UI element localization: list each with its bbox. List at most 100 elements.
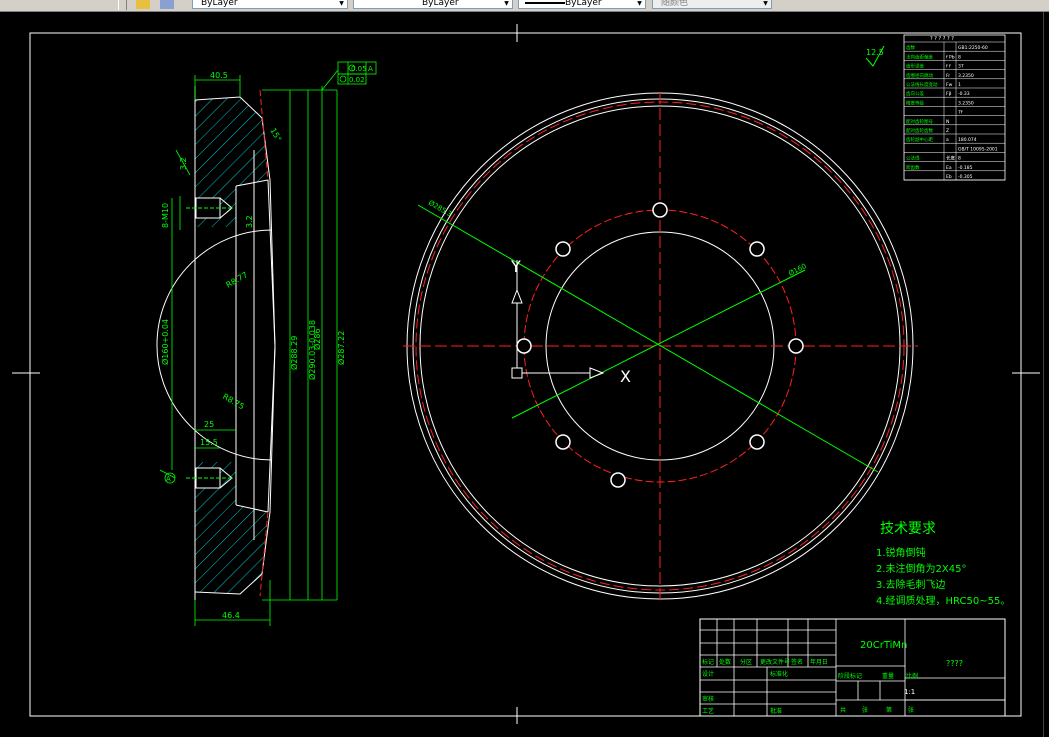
param-cell: Fβ: [946, 91, 952, 97]
dim-dia-4: Ø287.22: [336, 331, 346, 365]
lineweight-combo[interactable]: ByLayer ▼: [518, 0, 646, 9]
chevron-down-icon: ▼: [504, 0, 509, 7]
param-cell: GB/T 10095-2001: [958, 146, 998, 152]
dim-radius-top: R8.77: [225, 270, 250, 289]
material-text: 20CrTiMn: [860, 640, 907, 651]
roughness-symbol: 12.5: [865, 45, 885, 67]
roughness-value: 12.5: [866, 48, 884, 57]
title-block-label: 更改文件号: [760, 658, 790, 666]
ucs-icon: [511, 260, 605, 379]
param-cell: 3.2350: [958, 73, 974, 79]
layer-properties-icon[interactable]: [136, 0, 150, 9]
param-cell: a: [946, 138, 949, 143]
param-cell: 配对齿轮图号: [906, 118, 933, 125]
title-block-label: 共: [840, 706, 846, 714]
title-block-label: 第: [886, 706, 892, 714]
title-block-label: 签名: [791, 658, 803, 666]
drawing-name-text: ????: [946, 659, 963, 668]
center-bore-arc: [156, 229, 273, 461]
title-block-label: 分区: [740, 658, 752, 666]
section-view: 40.5 46.4 25 15.5 8-M10 Ø160+0.04 R8.77 …: [156, 61, 377, 626]
toolbar-dropdown-button[interactable]: [118, 0, 127, 10]
title-block-label: 标准化: [770, 670, 788, 678]
param-cell: 8: [958, 54, 961, 60]
dim-hole-depth: 15.5: [200, 438, 218, 447]
param-cell: 1: [958, 82, 961, 88]
bolt-hole: [555, 434, 571, 450]
param-table-header: ? ? ? ? ? ?: [930, 36, 954, 42]
drawing-canvas[interactable]: 40.5 46.4 25 15.5 8-M10 Ø160+0.04 R8.77 …: [0, 12, 1049, 737]
plotstyle-combo[interactable]: 随颜色 ▼: [652, 0, 772, 9]
color-combo[interactable]: ByLayer ▼: [192, 0, 348, 9]
properties-toolbar: ByLayer ▼ ByLayer ▼ ByLayer ▼ 随颜色 ▼: [0, 0, 1049, 12]
dim-chamfer-small: 3.2: [245, 215, 254, 228]
right-scrollbar[interactable]: [1043, 12, 1049, 737]
dim-chamfer-top: 3.2: [179, 157, 188, 170]
tolerance-1: 0.05: [351, 65, 367, 73]
bolt-hole: [516, 338, 532, 354]
title-block-label: 标记: [702, 658, 714, 666]
param-cell: Z: [946, 128, 949, 134]
param-cell: 齿数: [906, 44, 915, 51]
dim-angle: 15°: [268, 127, 283, 144]
layer-previous-icon[interactable]: [160, 0, 174, 9]
dim-pitch-text: Ø160: [787, 262, 807, 278]
param-cell: -0.33: [958, 91, 970, 97]
dim-center-bore: Ø160+0.04: [160, 319, 170, 365]
title-block-label: 批准: [770, 707, 782, 715]
param-cell: Fr: [946, 73, 950, 79]
drawing-border: [29, 32, 1022, 717]
param-cell: -0.185: [958, 165, 973, 171]
param-cell: 8: [958, 156, 961, 162]
bolt-hole: [749, 241, 765, 257]
param-cell: 齿形误差: [906, 63, 924, 70]
title-block: 20CrTiMn ???? 1:1 标记 处数 分区 更改文件号 签名 年月日设计 标准化审…: [699, 618, 1006, 717]
param-cell: 精度等级: [906, 99, 924, 106]
bolt-hole: [610, 472, 626, 488]
param-cell: 7f: [958, 110, 963, 116]
param-cell: f Pb: [946, 54, 955, 60]
datum-label: A: [166, 475, 171, 483]
dim-radius-bottom: R8.75: [221, 392, 246, 411]
title-block-label: 年月日: [810, 658, 828, 666]
tolerance-datum: A: [368, 65, 373, 73]
tolerance-2: 0.02: [349, 76, 365, 84]
param-cell: Eb: [946, 174, 952, 180]
param-cell: 37: [958, 64, 964, 70]
param-cell: 跨齿数: [906, 164, 920, 171]
param-cell: Ea: [946, 165, 952, 171]
tech-req-title: 技术要求: [880, 521, 936, 537]
dim-hole-spacing: 25: [204, 420, 214, 429]
title-block-label: 张: [908, 706, 914, 714]
front-view: Ø285.3 Ø160 X Y: [403, 92, 918, 602]
dim-dia-1: Ø288.29: [289, 336, 299, 370]
chevron-down-icon: ▼: [339, 0, 344, 7]
dim-outer-text: Ø285.3: [427, 199, 453, 219]
title-block-label: 设计: [702, 670, 714, 678]
param-cell: N: [946, 119, 949, 125]
color-combo-value: ByLayer: [201, 0, 238, 8]
param-cell: f f: [946, 64, 951, 70]
parameter-table: ? ? ? ? ? ? 齿数 GB1:2250-60法向齿距偏差 f Pb 8齿形误差…: [903, 34, 1006, 181]
title-block-label: 工艺: [702, 707, 714, 715]
axis-x-label: X: [620, 367, 631, 386]
drawing-svg: 40.5 46.4 25 15.5 8-M10 Ø160+0.04 R8.77 …: [12, 24, 1040, 724]
title-block-labels: 标记 处数 分区 更改文件号 签名 年月日设计 标准化审核工艺 批准 阶段标记 重量 比例共 张 第 张: [702, 658, 918, 715]
param-table-rows: 齿数 GB1:2250-60法向齿距偏差 f Pb 8齿形误差 f f 37齿圈径向跳动 F…: [904, 42, 1005, 181]
dim-hole-thread: 8-M10: [161, 203, 170, 228]
bolt-hole: [749, 434, 765, 450]
tech-req-item: 3.去除毛刺飞边: [876, 578, 946, 591]
linetype-combo-value: ByLayer: [422, 0, 459, 8]
param-cell: 齿轮副中心距: [906, 136, 933, 143]
title-block-label: 阶段标记: [838, 672, 862, 680]
linetype-combo[interactable]: ByLayer ▼: [353, 0, 513, 9]
scale-text: 1:1: [904, 688, 915, 696]
title-block-label: 重量: [882, 672, 894, 680]
dim-bottom-width: 46.4: [222, 611, 240, 620]
tech-req-item: 4.经调质处理，HRC50~55。: [876, 594, 1010, 607]
param-cell: 齿向公差: [906, 90, 924, 97]
param-cell: 公法线: [906, 155, 920, 162]
tech-req-item: 2.未注倒角为2X45°: [876, 562, 966, 575]
tech-req-item: 1.锐角倒钝: [876, 546, 926, 559]
axis-y-label: Y: [510, 257, 521, 276]
